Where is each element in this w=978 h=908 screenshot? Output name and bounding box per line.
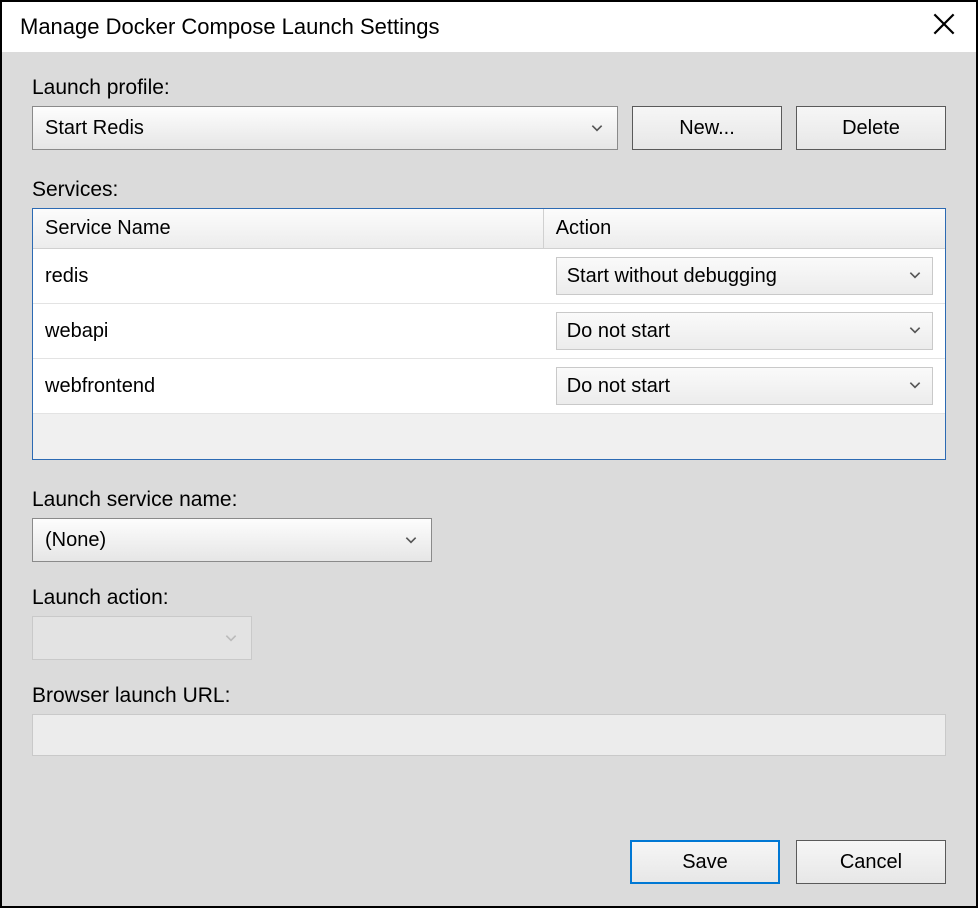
service-action-dropdown[interactable]: Start without debugging [556,257,933,295]
launch-profile-dropdown[interactable]: Start Redis [32,106,618,150]
chevron-down-icon [908,265,922,288]
new-button-label: New... [679,117,735,140]
service-action-cell: Do not start [544,359,945,413]
launch-action-section: Launch action: [32,586,946,660]
chevron-down-icon [908,320,922,343]
cancel-button-label: Cancel [840,851,902,874]
launch-action-dropdown[interactable] [32,616,252,660]
service-action-cell: Start without debugging [544,249,945,303]
dialog-footer: Save Cancel [32,820,946,884]
services-table: Service Name Action redis Start without … [32,208,946,460]
chevron-down-icon [589,120,605,136]
browser-url-section: Browser launch URL: [32,684,946,756]
launch-service-name-section: Launch service name: (None) [32,488,946,562]
delete-button-label: Delete [842,117,900,140]
action-value: Do not start [567,320,908,343]
launch-profile-label: Launch profile: [32,76,946,100]
dialog-window: Manage Docker Compose Launch Settings La… [0,0,978,908]
delete-profile-button[interactable]: Delete [796,106,946,150]
titlebar: Manage Docker Compose Launch Settings [2,2,976,52]
action-value: Do not start [567,375,908,398]
launch-profile-row: Start Redis New... Delete [32,106,946,150]
services-label: Services: [32,178,946,202]
save-button[interactable]: Save [630,840,780,884]
launch-action-label: Launch action: [32,586,946,610]
close-icon [933,13,955,41]
chevron-down-icon [908,375,922,398]
header-action[interactable]: Action [544,209,945,248]
chevron-down-icon [403,532,419,548]
table-header: Service Name Action [33,209,945,249]
table-row: webfrontend Do not start [33,359,945,414]
chevron-down-icon [223,630,239,646]
action-value: Start without debugging [567,265,908,288]
browser-url-label: Browser launch URL: [32,684,946,708]
launch-service-name-label: Launch service name: [32,488,946,512]
dialog-title: Manage Docker Compose Launch Settings [20,14,439,40]
table-row: webapi Do not start [33,304,945,359]
browser-url-input[interactable] [32,714,946,756]
service-action-dropdown[interactable]: Do not start [556,367,933,405]
launch-service-name-dropdown[interactable]: (None) [32,518,432,562]
close-button[interactable] [930,13,958,41]
launch-profile-value: Start Redis [45,117,589,140]
service-name-cell: webapi [33,304,544,358]
service-action-dropdown[interactable]: Do not start [556,312,933,350]
service-name-cell: webfrontend [33,359,544,413]
service-name-cell: redis [33,249,544,303]
launch-service-name-value: (None) [45,529,403,552]
new-profile-button[interactable]: New... [632,106,782,150]
cancel-button[interactable]: Cancel [796,840,946,884]
save-button-label: Save [682,851,728,874]
service-action-cell: Do not start [544,304,945,358]
table-row: redis Start without debugging [33,249,945,304]
header-service-name[interactable]: Service Name [33,209,544,248]
dialog-content: Launch profile: Start Redis New... Delet… [2,52,976,906]
